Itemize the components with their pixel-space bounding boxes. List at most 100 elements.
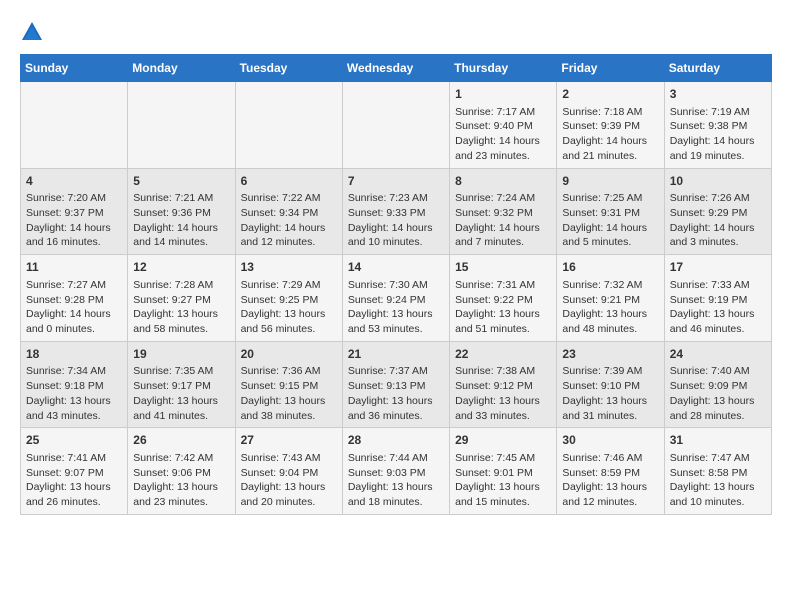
cell-content-line: Sunset: 9:22 PM (455, 293, 551, 308)
day-number: 16 (562, 259, 658, 276)
cell-content-line: Sunrise: 7:39 AM (562, 364, 658, 379)
cell-content-line: Sunrise: 7:30 AM (348, 278, 444, 293)
calendar-cell: 1Sunrise: 7:17 AMSunset: 9:40 PMDaylight… (450, 82, 557, 169)
logo (20, 20, 48, 44)
day-number: 23 (562, 346, 658, 363)
cell-content-line: Sunset: 9:40 PM (455, 119, 551, 134)
cell-content-line: Daylight: 14 hours (26, 221, 122, 236)
day-number: 8 (455, 173, 551, 190)
cell-content-line: Daylight: 14 hours (562, 221, 658, 236)
cell-content-line: Sunrise: 7:44 AM (348, 451, 444, 466)
cell-content-line: Daylight: 13 hours (455, 394, 551, 409)
cell-content-line: Sunrise: 7:33 AM (670, 278, 766, 293)
calendar-cell (21, 82, 128, 169)
day-number: 9 (562, 173, 658, 190)
cell-content-line: Daylight: 14 hours (455, 134, 551, 149)
cell-content-line: Daylight: 13 hours (26, 480, 122, 495)
cell-content-line: Daylight: 13 hours (670, 307, 766, 322)
cell-content-line: Sunrise: 7:32 AM (562, 278, 658, 293)
calendar-cell: 20Sunrise: 7:36 AMSunset: 9:15 PMDayligh… (235, 341, 342, 428)
calendar-week-row: 4Sunrise: 7:20 AMSunset: 9:37 PMDaylight… (21, 168, 772, 255)
cell-content-line: Daylight: 13 hours (133, 394, 229, 409)
day-number: 3 (670, 86, 766, 103)
logo-icon (20, 20, 44, 44)
cell-content-line: Daylight: 14 hours (133, 221, 229, 236)
cell-content-line: Sunrise: 7:31 AM (455, 278, 551, 293)
cell-content-line: and 43 minutes. (26, 409, 122, 424)
cell-content-line: Daylight: 13 hours (26, 394, 122, 409)
cell-content-line: Sunset: 9:28 PM (26, 293, 122, 308)
cell-content-line: Daylight: 13 hours (348, 480, 444, 495)
calendar-cell: 16Sunrise: 7:32 AMSunset: 9:21 PMDayligh… (557, 255, 664, 342)
day-number: 10 (670, 173, 766, 190)
cell-content-line: Daylight: 13 hours (562, 307, 658, 322)
cell-content-line: Sunset: 9:12 PM (455, 379, 551, 394)
cell-content-line: Daylight: 13 hours (562, 480, 658, 495)
calendar-cell: 12Sunrise: 7:28 AMSunset: 9:27 PMDayligh… (128, 255, 235, 342)
cell-content-line: and 3 minutes. (670, 235, 766, 250)
cell-content-line: Sunrise: 7:25 AM (562, 191, 658, 206)
cell-content-line: Sunset: 9:37 PM (26, 206, 122, 221)
day-number: 17 (670, 259, 766, 276)
calendar-cell: 4Sunrise: 7:20 AMSunset: 9:37 PMDaylight… (21, 168, 128, 255)
cell-content-line: Sunset: 9:19 PM (670, 293, 766, 308)
cell-content-line: Daylight: 13 hours (455, 307, 551, 322)
cell-content-line: Daylight: 14 hours (348, 221, 444, 236)
day-number: 18 (26, 346, 122, 363)
cell-content-line: Sunset: 9:34 PM (241, 206, 337, 221)
calendar-week-row: 1Sunrise: 7:17 AMSunset: 9:40 PMDaylight… (21, 82, 772, 169)
cell-content-line: and 46 minutes. (670, 322, 766, 337)
day-number: 15 (455, 259, 551, 276)
cell-content-line: Sunrise: 7:18 AM (562, 105, 658, 120)
cell-content-line: Sunset: 9:33 PM (348, 206, 444, 221)
cell-content-line: Sunset: 9:24 PM (348, 293, 444, 308)
cell-content-line: Sunset: 9:29 PM (670, 206, 766, 221)
calendar-cell: 24Sunrise: 7:40 AMSunset: 9:09 PMDayligh… (664, 341, 771, 428)
day-number: 22 (455, 346, 551, 363)
cell-content-line: and 21 minutes. (562, 149, 658, 164)
cell-content-line: Sunrise: 7:20 AM (26, 191, 122, 206)
cell-content-line: Sunset: 9:32 PM (455, 206, 551, 221)
day-number: 31 (670, 432, 766, 449)
cell-content-line: and 23 minutes. (133, 495, 229, 510)
cell-content-line: Sunset: 9:15 PM (241, 379, 337, 394)
calendar-cell: 26Sunrise: 7:42 AMSunset: 9:06 PMDayligh… (128, 428, 235, 515)
day-header-saturday: Saturday (664, 55, 771, 82)
cell-content-line: and 16 minutes. (26, 235, 122, 250)
calendar-cell: 25Sunrise: 7:41 AMSunset: 9:07 PMDayligh… (21, 428, 128, 515)
cell-content-line: Daylight: 14 hours (26, 307, 122, 322)
cell-content-line: and 15 minutes. (455, 495, 551, 510)
cell-content-line: and 36 minutes. (348, 409, 444, 424)
cell-content-line: and 0 minutes. (26, 322, 122, 337)
day-number: 28 (348, 432, 444, 449)
cell-content-line: Sunrise: 7:45 AM (455, 451, 551, 466)
calendar-cell: 30Sunrise: 7:46 AMSunset: 8:59 PMDayligh… (557, 428, 664, 515)
cell-content-line: and 10 minutes. (670, 495, 766, 510)
cell-content-line: Sunrise: 7:36 AM (241, 364, 337, 379)
cell-content-line: Sunrise: 7:27 AM (26, 278, 122, 293)
cell-content-line: and 18 minutes. (348, 495, 444, 510)
cell-content-line: Daylight: 14 hours (670, 221, 766, 236)
calendar-cell: 28Sunrise: 7:44 AMSunset: 9:03 PMDayligh… (342, 428, 449, 515)
calendar-week-row: 11Sunrise: 7:27 AMSunset: 9:28 PMDayligh… (21, 255, 772, 342)
calendar-cell: 7Sunrise: 7:23 AMSunset: 9:33 PMDaylight… (342, 168, 449, 255)
cell-content-line: Daylight: 14 hours (241, 221, 337, 236)
calendar-cell: 10Sunrise: 7:26 AMSunset: 9:29 PMDayligh… (664, 168, 771, 255)
cell-content-line: Sunrise: 7:29 AM (241, 278, 337, 293)
day-number: 11 (26, 259, 122, 276)
cell-content-line: Sunrise: 7:40 AM (670, 364, 766, 379)
cell-content-line: Daylight: 13 hours (348, 394, 444, 409)
cell-content-line: Sunrise: 7:19 AM (670, 105, 766, 120)
day-number: 25 (26, 432, 122, 449)
cell-content-line: and 38 minutes. (241, 409, 337, 424)
calendar-cell: 18Sunrise: 7:34 AMSunset: 9:18 PMDayligh… (21, 341, 128, 428)
calendar-cell: 15 Sunrise: 7:31 AMSunset: 9:22 PMDayligh… (450, 255, 557, 342)
day-number: 26 (133, 432, 229, 449)
cell-content-line: and 5 minutes. (562, 235, 658, 250)
cell-content-line: and 10 minutes. (348, 235, 444, 250)
day-number: 19 (133, 346, 229, 363)
cell-content-line: Sunset: 9:36 PM (133, 206, 229, 221)
day-number: 7 (348, 173, 444, 190)
cell-content-line: and 48 minutes. (562, 322, 658, 337)
cell-content-line: Sunrise: 7:22 AM (241, 191, 337, 206)
